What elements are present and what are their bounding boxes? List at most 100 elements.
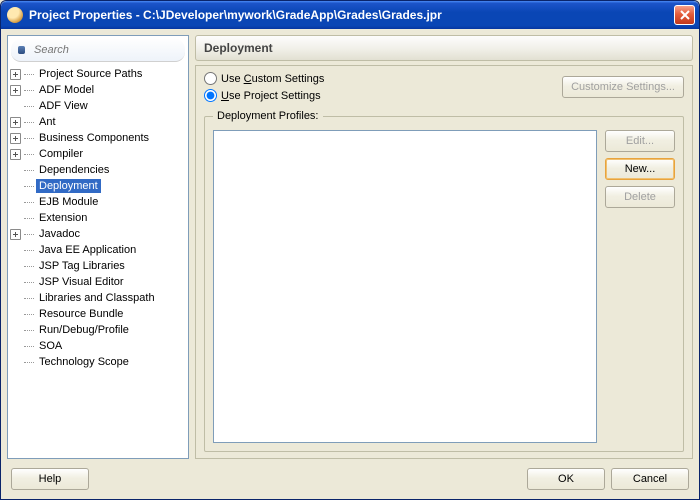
tree-spacer bbox=[10, 245, 21, 256]
profile-buttons: Edit... New... Delete bbox=[605, 130, 675, 443]
expand-icon[interactable] bbox=[10, 149, 21, 160]
new-button[interactable]: New... bbox=[605, 158, 675, 180]
tree-node[interactable]: Business Components bbox=[10, 130, 188, 146]
tree-spacer bbox=[10, 277, 21, 288]
tree-node[interactable]: Deployment bbox=[10, 178, 188, 194]
tree-node[interactable]: ADF View bbox=[10, 98, 188, 114]
radio-custom-settings[interactable]: Use Custom Settings bbox=[204, 72, 324, 85]
radio-project-settings[interactable]: Use Project Settings bbox=[204, 89, 324, 102]
tree-node[interactable]: Ant bbox=[10, 114, 188, 130]
tree-node-label: Deployment bbox=[36, 179, 101, 193]
tree-node[interactable]: Resource Bundle bbox=[10, 306, 188, 322]
tree-branch-line bbox=[24, 90, 34, 91]
tree-branch-line bbox=[24, 330, 34, 331]
tree-spacer bbox=[10, 341, 21, 352]
tree-node[interactable]: Libraries and Classpath bbox=[10, 290, 188, 306]
tree-node[interactable]: Javadoc bbox=[10, 226, 188, 242]
tree-node-label: SOA bbox=[36, 339, 65, 353]
tree-node[interactable]: Compiler bbox=[10, 146, 188, 162]
tree-branch-line bbox=[24, 122, 34, 123]
profiles-group: Deployment Profiles: Edit... New... Dele… bbox=[204, 110, 684, 452]
tree-node[interactable]: Run/Debug/Profile bbox=[10, 322, 188, 338]
tree-branch-line bbox=[24, 298, 34, 299]
tree-node[interactable]: Project Source Paths bbox=[10, 66, 188, 82]
tree-node-label: Technology Scope bbox=[36, 355, 132, 369]
profiles-listbox[interactable] bbox=[213, 130, 597, 443]
titlebar: Project Properties - C:\JDeveloper\mywor… bbox=[1, 1, 699, 29]
dialog-footer: Help OK Cancel bbox=[1, 459, 699, 499]
expand-icon[interactable] bbox=[10, 69, 21, 80]
tree-spacer bbox=[10, 357, 21, 368]
tree-node[interactable]: Java EE Application bbox=[10, 242, 188, 258]
app-icon bbox=[7, 7, 23, 23]
tree-node-label: Business Components bbox=[36, 131, 152, 145]
search-input[interactable] bbox=[32, 43, 179, 57]
close-button[interactable] bbox=[674, 5, 695, 25]
tree-branch-line bbox=[24, 106, 34, 107]
tree-spacer bbox=[10, 293, 21, 304]
cancel-button[interactable]: Cancel bbox=[611, 468, 689, 490]
tree-branch-line bbox=[24, 266, 34, 267]
tree-node-label: Extension bbox=[36, 211, 90, 225]
tree-node[interactable]: JSP Visual Editor bbox=[10, 274, 188, 290]
tree-spacer bbox=[10, 101, 21, 112]
tree-node-label: ADF Model bbox=[36, 83, 97, 97]
tree-node-label: Compiler bbox=[36, 147, 86, 161]
radio-custom-input[interactable] bbox=[204, 72, 217, 85]
tree-branch-line bbox=[24, 362, 34, 363]
ok-button[interactable]: OK bbox=[527, 468, 605, 490]
tree-node-label: Javadoc bbox=[36, 227, 83, 241]
expand-icon[interactable] bbox=[10, 85, 21, 96]
tree-node-label: Libraries and Classpath bbox=[36, 291, 158, 305]
tree-node[interactable]: Technology Scope bbox=[10, 354, 188, 370]
tree-node[interactable]: Dependencies bbox=[10, 162, 188, 178]
close-icon bbox=[680, 10, 690, 20]
tree-branch-line bbox=[24, 314, 34, 315]
tree-spacer bbox=[10, 213, 21, 224]
tree-branch-line bbox=[24, 154, 34, 155]
delete-button[interactable]: Delete bbox=[605, 186, 675, 208]
help-button[interactable]: Help bbox=[11, 468, 89, 490]
radio-project-input[interactable] bbox=[204, 89, 217, 102]
details-pane: Deployment Use Custom Settings Use Proje… bbox=[195, 35, 693, 459]
tree-branch-line bbox=[24, 170, 34, 171]
tree-node[interactable]: SOA bbox=[10, 338, 188, 354]
expand-icon[interactable] bbox=[10, 133, 21, 144]
expand-icon[interactable] bbox=[10, 229, 21, 240]
search-row bbox=[11, 39, 185, 62]
dialog-window: Project Properties - C:\JDeveloper\mywor… bbox=[0, 0, 700, 500]
tree-node[interactable]: EJB Module bbox=[10, 194, 188, 210]
window-title: Project Properties - C:\JDeveloper\mywor… bbox=[29, 8, 674, 22]
page-body: Use Custom Settings Use Project Settings… bbox=[195, 65, 693, 459]
tree-node-label: JSP Visual Editor bbox=[36, 275, 127, 289]
tree-node-label: JSP Tag Libraries bbox=[36, 259, 128, 273]
tree-node-label: Ant bbox=[36, 115, 59, 129]
tree-spacer bbox=[10, 309, 21, 320]
property-tree[interactable]: Project Source PathsADF Model ADF View Ant… bbox=[8, 64, 188, 458]
tree-node-label: EJB Module bbox=[36, 195, 101, 209]
tree-node[interactable]: ADF Model bbox=[10, 82, 188, 98]
profiles-legend: Deployment Profiles: bbox=[213, 110, 323, 122]
tree-branch-line bbox=[24, 202, 34, 203]
customize-settings-button[interactable]: Customize Settings... bbox=[562, 76, 684, 98]
tree-node-label: ADF View bbox=[36, 99, 91, 113]
expand-icon[interactable] bbox=[10, 117, 21, 128]
tree-branch-line bbox=[24, 250, 34, 251]
tree-spacer bbox=[10, 261, 21, 272]
radio-project-label: Use Project Settings bbox=[221, 90, 321, 102]
tree-node[interactable]: JSP Tag Libraries bbox=[10, 258, 188, 274]
binoculars-icon bbox=[17, 43, 26, 57]
edit-button[interactable]: Edit... bbox=[605, 130, 675, 152]
tree-branch-line bbox=[24, 186, 34, 187]
tree-branch-line bbox=[24, 218, 34, 219]
tree-spacer bbox=[10, 165, 21, 176]
settings-radio-group: Use Custom Settings Use Project Settings bbox=[204, 72, 324, 102]
profiles-fieldset: Deployment Profiles: Edit... New... Dele… bbox=[204, 110, 684, 452]
tree-node-label: Dependencies bbox=[36, 163, 112, 177]
tree-node-label: Run/Debug/Profile bbox=[36, 323, 132, 337]
tree-node-label: Resource Bundle bbox=[36, 307, 126, 321]
tree-branch-line bbox=[24, 234, 34, 235]
tree-node[interactable]: Extension bbox=[10, 210, 188, 226]
tree-spacer bbox=[10, 325, 21, 336]
tree-branch-line bbox=[24, 74, 34, 75]
